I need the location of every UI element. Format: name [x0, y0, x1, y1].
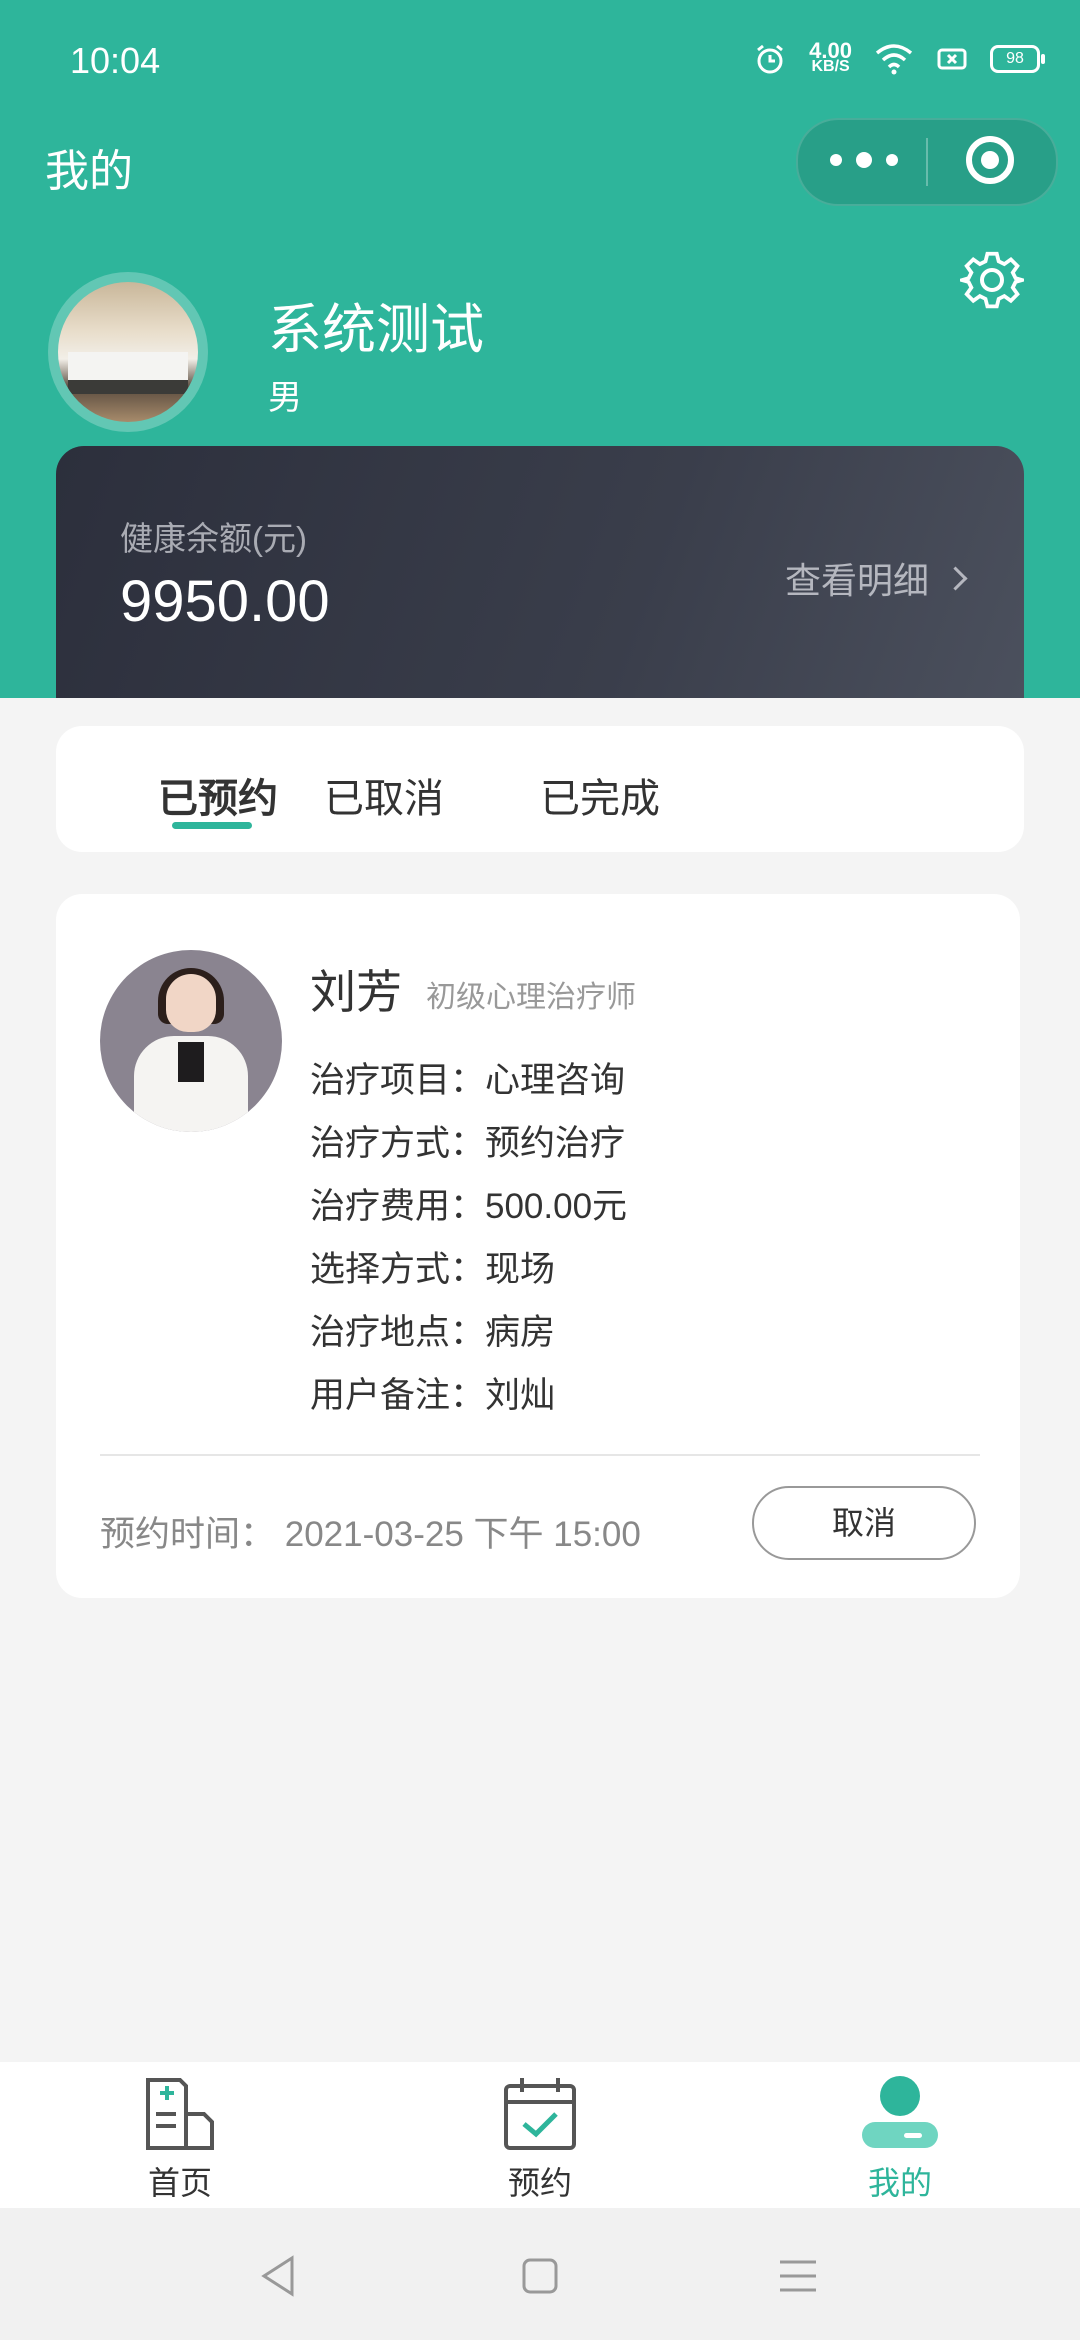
- nav-label-booking: 预约: [507, 2165, 572, 2201]
- user-gender: 男: [268, 379, 302, 417]
- status-icons: 4.00 KB/S 98: [753, 38, 1045, 76]
- more-options-icon[interactable]: [830, 152, 898, 168]
- close-miniapp-icon[interactable]: [966, 136, 1014, 184]
- appointment-time-label: 预约时间：: [100, 1515, 276, 1554]
- back-icon[interactable]: [258, 2254, 298, 2298]
- miniapp-capsule: [796, 118, 1058, 206]
- doctor-name: 刘芳: [310, 966, 402, 1018]
- menu-icon[interactable]: [778, 2258, 818, 2294]
- page-title: 我的: [45, 147, 133, 196]
- avatar-image: [58, 282, 198, 422]
- tab-booked[interactable]: 已预约: [158, 766, 278, 824]
- info-treatment-fee: 治疗费用：500.00元: [310, 1187, 628, 1226]
- user-icon: [862, 2076, 938, 2148]
- balance-value: 9950.00: [120, 569, 330, 634]
- info-treatment-location: 治疗地点：病房: [310, 1313, 556, 1352]
- info-user-note: 用户备注：刘灿: [310, 1376, 556, 1415]
- info-treatment-item: 治疗项目：心理咨询: [310, 1061, 626, 1100]
- appointment-time-value: 2021-03-25 下午 15:00: [284, 1515, 641, 1554]
- avatar[interactable]: [48, 272, 208, 432]
- alarm-icon: [757, 44, 784, 74]
- bottom-nav: 首页 预约 我的: [0, 2062, 1080, 2208]
- tab-active-indicator: [172, 822, 252, 829]
- net-speed-value: 4.00: [809, 38, 852, 63]
- doctor-photo: [100, 950, 282, 1132]
- chevron-right-icon: [943, 565, 968, 591]
- appointment-tabs: 已预约 已取消 已完成: [56, 726, 1024, 852]
- cancel-appointment-button[interactable]: 取消: [752, 1486, 976, 1560]
- wifi-icon: [875, 44, 913, 75]
- tab-completed[interactable]: 已完成: [540, 766, 660, 824]
- tab-cancelled[interactable]: 已取消: [324, 766, 444, 824]
- view-details-label: 查看明细: [784, 560, 929, 601]
- calendar-check-icon: [504, 2078, 576, 2150]
- balance-card: 健康余额(元) 9950.00 查看明细: [56, 446, 1024, 698]
- home-square-icon[interactable]: [520, 2256, 560, 2296]
- net-speed-unit: KB/S: [811, 58, 850, 75]
- system-nav-bar: [0, 2208, 1080, 2340]
- card-divider: [100, 1454, 980, 1456]
- user-name: 系统测试: [268, 300, 484, 360]
- view-details-link[interactable]: 查看明细: [784, 552, 968, 604]
- battery-indicator: 98: [990, 45, 1045, 73]
- doctor-title: 初级心理治疗师: [426, 981, 636, 1014]
- settings-gear-icon[interactable]: [960, 248, 1024, 312]
- info-treatment-method: 治疗方式：预约治疗: [310, 1124, 626, 1163]
- net-speed: 4.00 KB/S: [809, 38, 852, 75]
- nav-item-booking[interactable]: 预约: [440, 2074, 640, 2204]
- status-time: 10:04: [70, 40, 161, 81]
- sim-off-icon: [937, 48, 967, 70]
- home-doc-icon: [146, 2078, 214, 2150]
- nav-label-mine: 我的: [867, 2165, 932, 2201]
- nav-item-mine[interactable]: 我的: [800, 2074, 1000, 2204]
- nav-label-home: 首页: [147, 2165, 212, 2201]
- nav-item-home[interactable]: 首页: [80, 2074, 280, 2204]
- balance-label: 健康余额(元): [120, 520, 307, 557]
- status-bar: 10:04 4.00 KB/S 98: [0, 0, 1080, 130]
- info-selection-method: 选择方式：现场: [310, 1250, 556, 1289]
- capsule-divider: [926, 138, 928, 186]
- appointment-card: 刘芳 初级心理治疗师 治疗项目：心理咨询 治疗方式：预约治疗 治疗费用：500.…: [56, 894, 1020, 1598]
- appointment-time: 预约时间： 2021-03-25 下午 15:00: [100, 1506, 641, 1557]
